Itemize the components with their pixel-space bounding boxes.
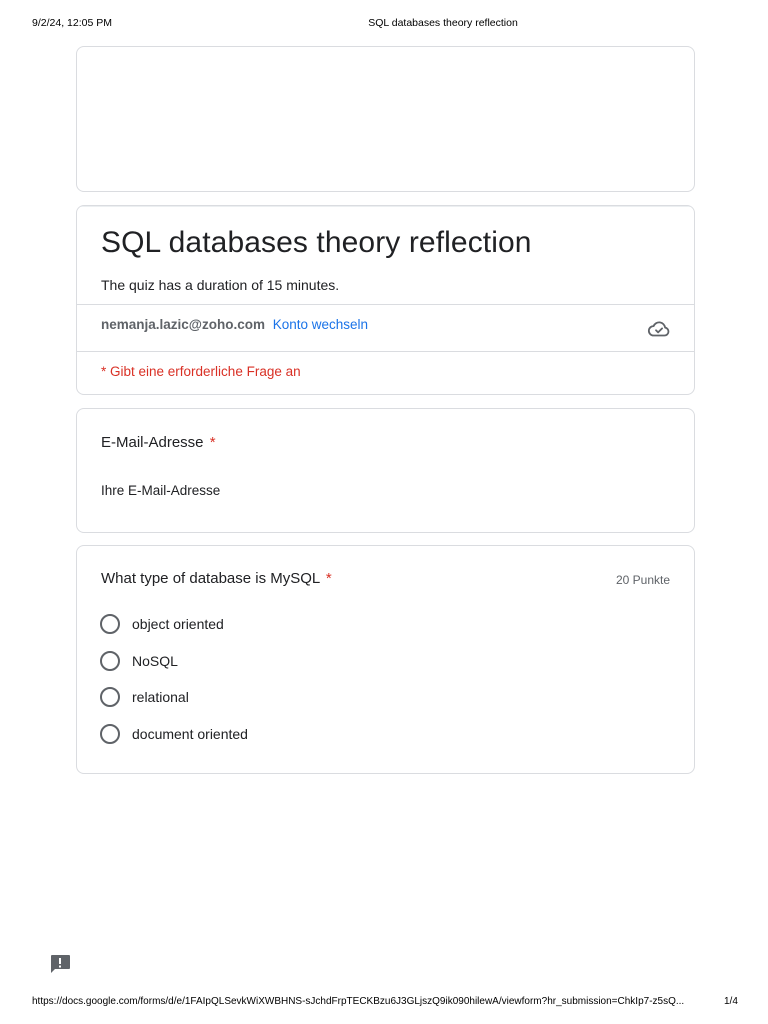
print-header: 9/2/24, 12:05 PM SQL databases theory re…	[0, 17, 768, 31]
report-feedback-icon[interactable]	[49, 954, 71, 974]
question-title-text: E-Mail-Adresse	[101, 434, 204, 451]
account-email: nemanja.lazic@zoho.com	[101, 317, 265, 332]
question-card-mysql: What type of database is MySQL * 20 Punk…	[76, 545, 695, 774]
radio-option-document-oriented[interactable]: document oriented	[100, 723, 248, 745]
question-title: What type of database is MySQL *	[101, 570, 332, 587]
radio-option-nosql[interactable]: NoSQL	[100, 650, 178, 672]
required-note: * Gibt eine erforderliche Frage an	[101, 364, 301, 379]
form-title-card: SQL databases theory reflection The quiz…	[76, 205, 695, 395]
question-title: E-Mail-Adresse *	[101, 434, 216, 451]
account-row: nemanja.lazic@zoho.com Konto wechseln	[101, 317, 368, 332]
question-title-text: What type of database is MySQL	[101, 570, 320, 587]
required-asterisk: *	[209, 434, 216, 451]
question-card-email: E-Mail-Adresse * Ihre E-Mail-Adresse	[76, 408, 695, 533]
print-doc-title: SQL databases theory reflection	[368, 17, 518, 29]
option-label: object oriented	[132, 616, 224, 632]
radio-option-relational[interactable]: relational	[100, 686, 189, 708]
form-description: The quiz has a duration of 15 minutes.	[101, 277, 340, 293]
points-label: 20 Punkte	[615, 573, 670, 587]
option-label: NoSQL	[132, 653, 178, 669]
form-title: SQL databases theory reflection	[101, 226, 532, 259]
switch-account-link[interactable]: Konto wechseln	[273, 317, 368, 332]
form-banner	[76, 46, 695, 192]
divider	[77, 304, 694, 305]
radio-button[interactable]	[100, 614, 120, 634]
required-asterisk: *	[325, 570, 332, 587]
print-url: https://docs.google.com/forms/d/e/1FAIpQ…	[32, 996, 685, 1007]
divider	[77, 351, 694, 352]
radio-option-object-oriented[interactable]: object oriented	[100, 613, 224, 635]
radio-button[interactable]	[100, 724, 120, 744]
option-label: relational	[132, 689, 189, 705]
radio-button[interactable]	[100, 651, 120, 671]
cloud-check-icon	[648, 321, 670, 337]
page-number: 1/4	[724, 996, 738, 1007]
email-field[interactable]: Ihre E-Mail-Adresse	[101, 483, 220, 498]
option-label: document oriented	[132, 726, 248, 742]
radio-button[interactable]	[100, 687, 120, 707]
